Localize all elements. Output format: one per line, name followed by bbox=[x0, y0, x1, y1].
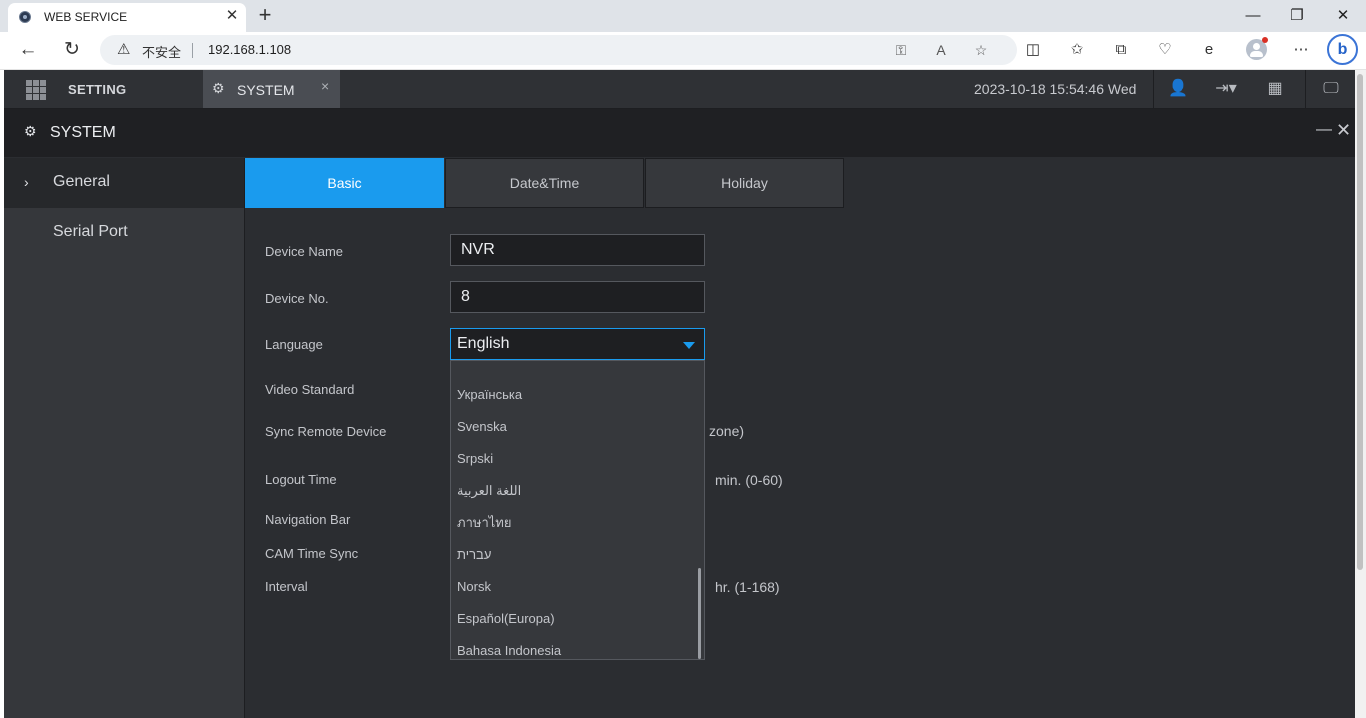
browser-essentials-icon[interactable]: ♡ bbox=[1152, 38, 1178, 62]
page-title: SYSTEM bbox=[50, 124, 116, 141]
language-option[interactable]: Español(Europa) bbox=[451, 603, 696, 635]
chevron-right-icon: › bbox=[24, 174, 29, 190]
page-scrollbar[interactable] bbox=[1355, 70, 1366, 718]
device-no-input[interactable] bbox=[450, 281, 705, 313]
insecure-label[interactable]: 不安全 bbox=[142, 42, 181, 61]
language-option[interactable]: Bahasa Indonesia bbox=[451, 635, 696, 659]
sync-remote-suffix: zone) bbox=[709, 423, 745, 439]
browser-tab[interactable]: WEB SERVICE ✕ bbox=[8, 3, 246, 32]
tab-date-time[interactable]: Date&Time bbox=[445, 158, 644, 208]
profile-avatar[interactable] bbox=[1246, 37, 1268, 60]
window-minimize-button[interactable]: — bbox=[1233, 3, 1273, 29]
language-option[interactable]: Srpski bbox=[451, 443, 696, 475]
window-close-button[interactable]: ✕ bbox=[1323, 3, 1363, 29]
system-tab-close-icon[interactable]: × bbox=[321, 78, 329, 94]
panel-header: ⚙ SYSTEM — ✕ bbox=[4, 109, 1355, 157]
browser-tab-strip: WEB SERVICE ✕ + — ❐ ✕ bbox=[0, 0, 1366, 32]
settings-content: Basic Date&Time Holiday Device Name Devi… bbox=[245, 158, 1355, 718]
logout-time-range: min. (0-60) bbox=[715, 472, 783, 488]
gears-icon: ⚙ bbox=[24, 123, 37, 139]
language-option[interactable]: עברית bbox=[451, 539, 696, 571]
panel-minimize-icon[interactable]: — bbox=[1316, 121, 1332, 139]
app-top-bar: SETTING ⚙ SYSTEM × 2023-10-18 15:54:46 W… bbox=[4, 70, 1355, 109]
interval-label: Interval bbox=[265, 579, 308, 594]
nvr-web-app: SETTING ⚙ SYSTEM × 2023-10-18 15:54:46 W… bbox=[4, 70, 1355, 718]
video-standard-label: Video Standard bbox=[265, 382, 355, 397]
new-tab-button[interactable]: + bbox=[254, 3, 276, 27]
language-option[interactable]: ภาษาไทย bbox=[451, 507, 696, 539]
page-scrollbar-thumb[interactable] bbox=[1357, 74, 1363, 570]
device-name-label: Device Name bbox=[265, 244, 344, 259]
window-restore-button[interactable]: ❐ bbox=[1277, 3, 1317, 29]
split-screen-icon[interactable]: ◫ bbox=[1020, 38, 1046, 62]
device-no-label: Device No. bbox=[265, 291, 329, 306]
user-icon[interactable]: 👤 bbox=[1166, 78, 1190, 100]
interval-range: hr. (1-168) bbox=[715, 579, 780, 595]
profile-notification-dot bbox=[1262, 37, 1268, 43]
sync-remote-device-label: Sync Remote Device bbox=[265, 424, 387, 439]
language-option[interactable] bbox=[451, 361, 696, 379]
more-options-icon[interactable]: ⋯ bbox=[1288, 38, 1314, 62]
read-aloud-icon[interactable]: A bbox=[930, 40, 952, 60]
toolbar-divider bbox=[1153, 70, 1154, 108]
logout-icon[interactable]: ⇥▾ bbox=[1214, 78, 1238, 100]
navigation-bar-label: Navigation Bar bbox=[265, 512, 351, 527]
sidebar-item-general[interactable]: › General bbox=[4, 158, 244, 208]
language-label: Language bbox=[265, 337, 323, 352]
language-option[interactable]: اللغة العربية bbox=[451, 475, 696, 507]
tab-system[interactable]: ⚙ SYSTEM × bbox=[203, 70, 340, 108]
sidebar-item-serial-port[interactable]: Serial Port bbox=[4, 208, 244, 258]
tab-close-icon[interactable]: ✕ bbox=[222, 6, 242, 26]
key-icon[interactable]: ⚿ bbox=[890, 40, 912, 60]
setting-menu-button[interactable]: SETTING bbox=[4, 70, 202, 108]
url-divider bbox=[192, 43, 193, 58]
favorites-icon[interactable]: ✩ bbox=[1064, 38, 1090, 62]
system-tab-label: SYSTEM bbox=[237, 82, 295, 98]
language-select[interactable]: English bbox=[450, 328, 705, 360]
language-selected-value: English bbox=[457, 335, 510, 352]
panel-close-icon[interactable]: ✕ bbox=[1336, 120, 1351, 141]
tab-basic[interactable]: Basic bbox=[245, 158, 444, 208]
browser-tab-title: WEB SERVICE bbox=[44, 10, 128, 24]
tab-holiday[interactable]: Holiday bbox=[645, 158, 844, 208]
qr-code-icon[interactable]: ▦ bbox=[1263, 78, 1287, 100]
device-name-input[interactable] bbox=[450, 234, 705, 266]
site-favicon-icon bbox=[19, 11, 31, 23]
live-view-monitor-icon[interactable]: 🖵 bbox=[1319, 78, 1343, 100]
bing-chat-icon[interactable]: b bbox=[1327, 34, 1358, 65]
language-dropdown-list[interactable]: Українська Svenska Srpski اللغة العربية … bbox=[450, 360, 705, 660]
language-option[interactable]: Norsk bbox=[451, 571, 696, 603]
address-bar[interactable]: ⚠ 不安全 192.168.1.108 ⚿ A ☆ bbox=[100, 35, 1017, 65]
favorite-star-icon[interactable]: ☆ bbox=[970, 40, 992, 60]
logout-time-label: Logout Time bbox=[265, 472, 337, 487]
sidebar-item-label: Serial Port bbox=[53, 223, 128, 240]
browser-toolbar: ← ↻ ⚠ 不安全 192.168.1.108 ⚿ A ☆ ◫ ✩ ⧉ ♡ e … bbox=[0, 32, 1366, 70]
grid-menu-icon bbox=[26, 80, 46, 100]
url-text[interactable]: 192.168.1.108 bbox=[208, 42, 291, 57]
ie-mode-icon[interactable]: e bbox=[1196, 38, 1222, 62]
collections-icon[interactable]: ⧉ bbox=[1108, 38, 1134, 62]
gears-icon: ⚙ bbox=[212, 80, 225, 96]
setting-label: SETTING bbox=[68, 82, 127, 97]
toolbar-divider bbox=[1305, 70, 1306, 108]
cam-time-sync-label: CAM Time Sync bbox=[265, 546, 359, 561]
sidebar: › General Serial Port bbox=[4, 158, 245, 718]
warning-icon[interactable]: ⚠ bbox=[117, 40, 130, 58]
device-datetime: 2023-10-18 15:54:46 Wed bbox=[974, 81, 1137, 97]
reload-icon[interactable]: ↻ bbox=[58, 36, 86, 64]
back-arrow-icon[interactable]: ← bbox=[14, 36, 42, 64]
language-option[interactable]: Українська bbox=[451, 379, 696, 411]
dropdown-caret-icon bbox=[683, 342, 695, 349]
dropdown-scrollbar-thumb[interactable] bbox=[698, 568, 701, 659]
language-option[interactable]: Svenska bbox=[451, 411, 696, 443]
sidebar-item-label: General bbox=[53, 173, 110, 190]
